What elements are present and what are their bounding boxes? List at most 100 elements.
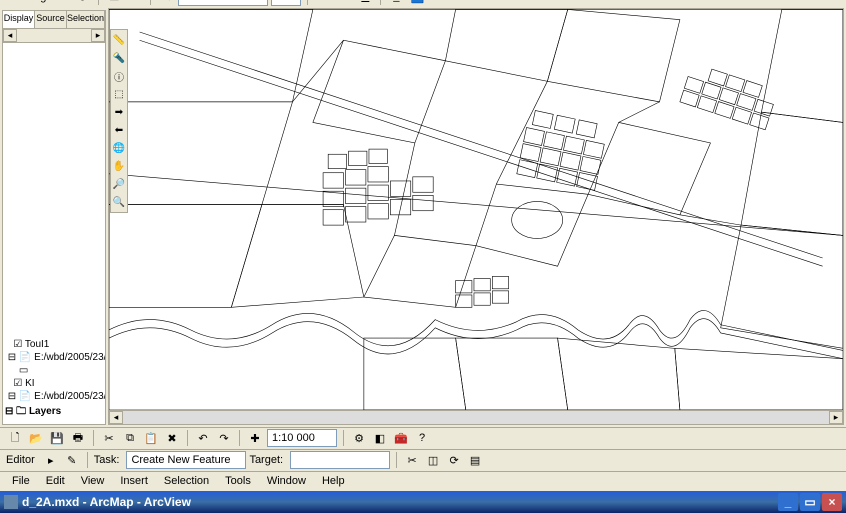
font-color-icon[interactable]: A̲ bbox=[387, 0, 405, 7]
help-icon[interactable]: ? bbox=[413, 430, 431, 448]
marker-color-icon[interactable]: ● bbox=[450, 0, 468, 7]
redo-icon[interactable]: ↷ bbox=[215, 430, 233, 448]
bold-icon[interactable]: B bbox=[314, 0, 332, 7]
zoom-out-icon[interactable]: 🔎 bbox=[111, 176, 127, 192]
scroll-left-icon[interactable]: ◂ bbox=[3, 29, 17, 42]
toc-layer-tou[interactable]: ☑ TouI1 bbox=[5, 338, 103, 351]
rotate-icon[interactable]: ⟳ bbox=[445, 452, 463, 470]
rectangle-icon[interactable]: ▭ bbox=[105, 0, 123, 7]
edit-vertices-icon[interactable]: ✎ bbox=[157, 0, 175, 7]
editor-toolbar-icon[interactable]: ⚙ bbox=[350, 430, 368, 448]
editor-label[interactable]: Editor bbox=[6, 455, 35, 467]
delete-icon[interactable]: ✖ bbox=[163, 430, 181, 448]
zoom-in-icon[interactable]: 🔍 bbox=[111, 194, 127, 210]
toc-group-1[interactable]: ⊟ 📄 E:/wbd/2005/23/rd bbox=[5, 390, 103, 403]
scroll-left-icon[interactable]: ◂ bbox=[109, 411, 123, 424]
menu-view[interactable]: View bbox=[75, 474, 111, 490]
menu-insert[interactable]: Insert bbox=[114, 474, 154, 490]
toc-tabs: Display Source Selection bbox=[3, 11, 105, 29]
menu-edit[interactable]: Edit bbox=[40, 474, 71, 490]
measure-icon[interactable]: 📏 bbox=[111, 32, 127, 48]
tools-toolbar: 🔍 🔎 ✋ 🌐 ⬅ ➡ ⬚ ⓘ 🔦 📏 bbox=[110, 29, 128, 213]
rotate-icon[interactable]: ⟳ bbox=[74, 0, 92, 7]
minimize-button[interactable]: _ bbox=[778, 493, 798, 511]
window-titlebar: d_2A.mxd - ArcMap - ArcView _ ▭ × bbox=[0, 491, 846, 513]
full-extent-icon[interactable]: 🌐 bbox=[111, 140, 127, 156]
separator bbox=[239, 431, 240, 447]
cut-icon[interactable]: ✂ bbox=[403, 452, 421, 470]
scroll-right-icon[interactable]: ▸ bbox=[829, 411, 843, 424]
maximize-button[interactable]: ▭ bbox=[800, 493, 820, 511]
line-color-icon[interactable]: 〰 bbox=[429, 0, 447, 7]
drawing-label[interactable]: Drawing bbox=[6, 0, 46, 4]
drawing-toolbar: Drawing ▲ ⟳ ▭ A ✎ Arial 10 B I U A̲ 🟦 〰 … bbox=[0, 0, 846, 8]
tab-display[interactable]: Display bbox=[3, 11, 35, 28]
scroll-track[interactable] bbox=[123, 411, 829, 424]
split-icon[interactable]: ◫ bbox=[424, 452, 442, 470]
find-icon[interactable]: 🔦 bbox=[111, 50, 127, 66]
separator bbox=[87, 453, 88, 469]
new-icon[interactable]: 🗋 bbox=[6, 430, 24, 448]
menubar: File Edit View Insert Selection Tools Wi… bbox=[0, 471, 846, 491]
target-combo[interactable] bbox=[290, 452, 390, 470]
select-icon[interactable]: ⬚ bbox=[111, 86, 127, 102]
tab-source[interactable]: Source bbox=[35, 11, 67, 28]
editor-toolbar: Editor ▸ ✎ Task: Create New Feature Targ… bbox=[0, 449, 846, 471]
copy-icon[interactable]: ⧉ bbox=[121, 430, 139, 448]
task-label: Task: bbox=[94, 455, 120, 467]
layers-root[interactable]: ⊟ 🗀 Layers bbox=[5, 403, 103, 422]
identify-icon[interactable]: ⓘ bbox=[111, 68, 127, 84]
menu-file[interactable]: File bbox=[6, 474, 36, 490]
attributes-icon[interactable]: ▤ bbox=[466, 452, 484, 470]
open-icon[interactable]: 📂 bbox=[27, 430, 45, 448]
fill-color-icon[interactable]: 🟦 bbox=[408, 0, 426, 7]
toc-group-2[interactable]: ⊟ 📄 E:/wbd/2005/23/rd bbox=[5, 351, 103, 364]
map-area: ◂ ▸ bbox=[108, 10, 844, 425]
paste-icon[interactable]: 📋 bbox=[142, 430, 160, 448]
italic-icon[interactable]: I bbox=[335, 0, 353, 7]
map-frame: ◂ ▸ bbox=[108, 8, 844, 425]
next-extent-icon[interactable]: ➡ bbox=[111, 104, 127, 120]
menu-selection[interactable]: Selection bbox=[158, 474, 215, 490]
pan-icon[interactable]: ✋ bbox=[111, 158, 127, 174]
toc-hscroll[interactable]: ◂ ▸ bbox=[3, 29, 105, 43]
menu-tools[interactable]: Tools bbox=[219, 474, 257, 490]
separator bbox=[150, 0, 151, 6]
underline-icon[interactable]: U bbox=[356, 0, 374, 7]
catalog-icon[interactable]: ◧ bbox=[371, 430, 389, 448]
separator bbox=[380, 0, 381, 6]
separator bbox=[307, 0, 308, 6]
undo-icon[interactable]: ↶ bbox=[194, 430, 212, 448]
font-combo[interactable]: Arial bbox=[178, 0, 268, 7]
menu-help[interactable]: Help bbox=[316, 474, 351, 490]
app-icon bbox=[4, 495, 18, 509]
sketch-tool-icon[interactable]: ✎ bbox=[63, 452, 81, 470]
scale-combo[interactable]: 1:10 000 bbox=[267, 430, 337, 448]
prev-extent-icon[interactable]: ⬅ bbox=[111, 122, 127, 138]
map-hscroll-top[interactable]: ◂ ▸ bbox=[109, 410, 843, 424]
menu-window[interactable]: Window bbox=[261, 474, 312, 490]
toolbox-icon[interactable]: 🧰 bbox=[392, 430, 410, 448]
map-canvas[interactable] bbox=[109, 9, 843, 410]
cut-icon[interactable]: ✂ bbox=[100, 430, 118, 448]
target-label: Target: bbox=[249, 455, 283, 467]
window-title: d_2A.mxd - ArcMap - ArcView bbox=[22, 495, 776, 509]
task-combo[interactable]: Create New Feature bbox=[126, 452, 246, 470]
standard-toolbar: 🗋 📂 💾 🖶 ✂ ⧉ 📋 ✖ ↶ ↷ ✚ 1:10 000 ⚙ ◧ 🧰 ? bbox=[0, 427, 846, 449]
print-icon[interactable]: 🖶 bbox=[69, 430, 87, 448]
separator bbox=[343, 431, 344, 447]
pointer-icon[interactable]: ▲ bbox=[53, 0, 71, 7]
toc-symbol-1[interactable]: ▭ bbox=[5, 364, 103, 377]
separator bbox=[93, 431, 94, 447]
close-button[interactable]: × bbox=[822, 493, 842, 511]
scroll-right-icon[interactable]: ▸ bbox=[91, 29, 105, 42]
tab-selection[interactable]: Selection bbox=[67, 11, 105, 28]
save-icon[interactable]: 💾 bbox=[48, 430, 66, 448]
toc-tree[interactable]: ⊟ 🗀 Layers ⊟ 📄 E:/wbd/2005/23/rd ☑ KI ▭ … bbox=[3, 43, 105, 424]
edit-tool-icon[interactable]: ▸ bbox=[42, 452, 60, 470]
text-icon[interactable]: A bbox=[126, 0, 144, 7]
toc-layer-ki[interactable]: ☑ KI bbox=[5, 377, 103, 390]
fontsize-combo[interactable]: 10 bbox=[271, 0, 301, 7]
add-data-icon[interactable]: ✚ bbox=[246, 430, 264, 448]
scroll-track[interactable] bbox=[17, 29, 91, 42]
